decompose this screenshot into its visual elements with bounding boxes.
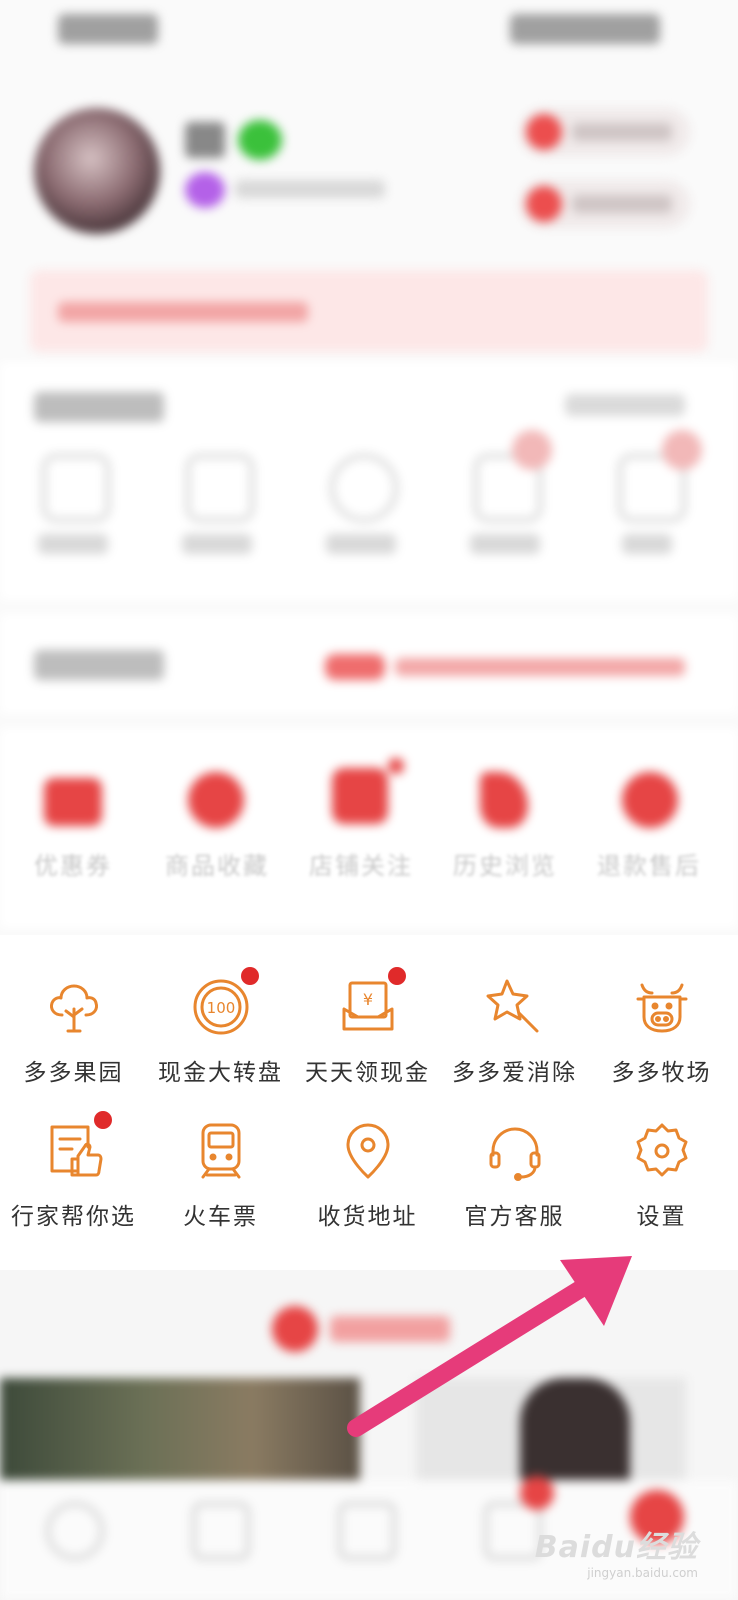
watermark-brand: Baidu经验 <box>534 1530 698 1565</box>
baidu-watermark: Baidu经验 jingyan.baidu.com <box>535 1522 698 1580</box>
annotation-arrow <box>347 1256 632 1437</box>
watermark-url: jingyan.baidu.com <box>587 1566 698 1580</box>
